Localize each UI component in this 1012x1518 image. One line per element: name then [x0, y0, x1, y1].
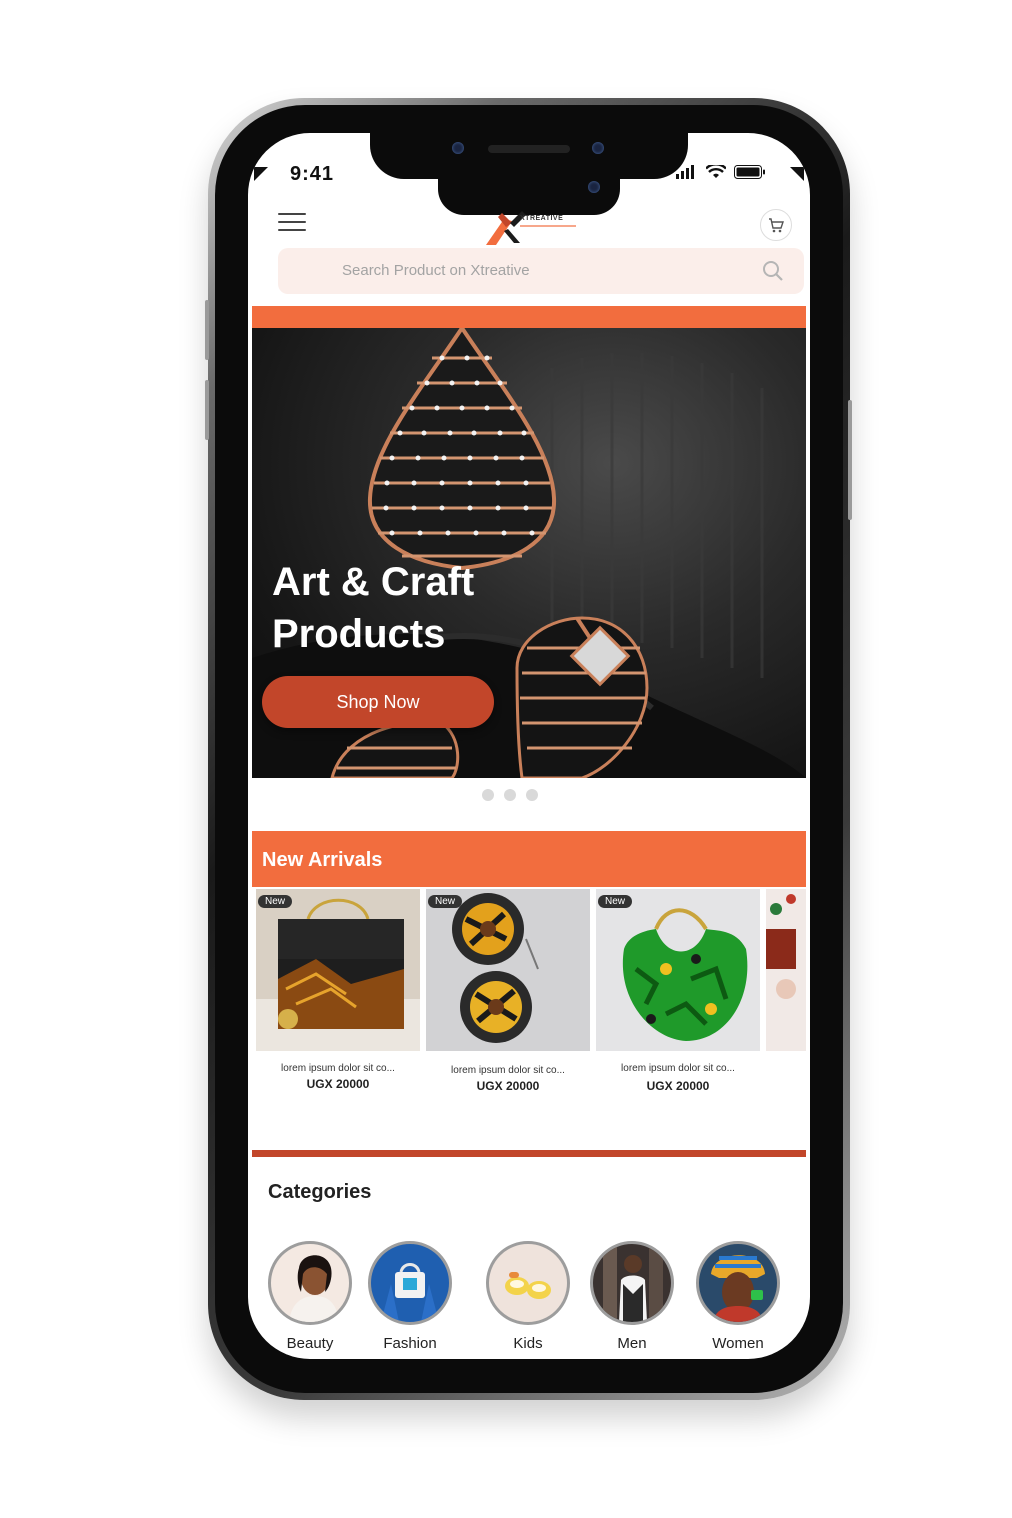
- speaker: [488, 145, 570, 153]
- earrings-image: [452, 893, 539, 1043]
- face-sensor: [588, 181, 600, 193]
- carousel-dot[interactable]: [526, 789, 538, 801]
- banner-title-line1: Art & Craft: [272, 560, 475, 604]
- new-badge: New: [428, 895, 463, 908]
- women-headwrap-image: [711, 1255, 765, 1322]
- category-image: [590, 1241, 674, 1325]
- search-icon[interactable]: [762, 260, 784, 282]
- side-button: [205, 380, 209, 440]
- wifi-icon: [706, 165, 726, 178]
- product-thumbnail: [766, 894, 796, 999]
- kids-shoes-image: [505, 1272, 551, 1299]
- category-label: Kids: [513, 1335, 543, 1352]
- section-divider: [252, 1150, 806, 1157]
- category-fashion[interactable]: Fashion: [362, 1241, 458, 1359]
- handbag-image: [256, 898, 420, 1051]
- category-men[interactable]: Men: [584, 1241, 680, 1359]
- product-image: New: [256, 889, 420, 1051]
- category-image: [696, 1241, 780, 1325]
- category-kids[interactable]: Kids: [480, 1241, 576, 1359]
- screen-corner: [790, 167, 804, 181]
- sensor: [592, 142, 604, 154]
- search-placeholder: Search Product on Xtreative: [342, 262, 530, 279]
- product-image: [766, 889, 806, 1051]
- new-arrivals-title: New Arrivals: [262, 849, 383, 871]
- cart-icon: [769, 218, 784, 233]
- carousel-dot[interactable]: [482, 789, 494, 801]
- cart-button[interactable]: [760, 209, 792, 241]
- new-arrivals-header: New Arrivals: [252, 831, 806, 887]
- category-label: Men: [617, 1335, 647, 1352]
- logo-tagline: [520, 225, 576, 227]
- product-image: New: [426, 889, 590, 1051]
- product-card[interactable]: New lorem ipsum dolor sit co... UGX 2000…: [256, 889, 420, 1109]
- category-women[interactable]: Women: [690, 1241, 786, 1359]
- banner-top-strip: [252, 306, 806, 328]
- new-badge: New: [258, 895, 293, 908]
- fashion-bag-image: [381, 1263, 439, 1322]
- categories-title: Categories: [268, 1181, 372, 1203]
- new-badge: New: [598, 895, 633, 908]
- product-name: lorem ipsum dolor sit co...: [451, 1065, 565, 1076]
- shop-now-button[interactable]: Shop Now: [262, 676, 494, 728]
- category-image: [268, 1241, 352, 1325]
- category-beauty[interactable]: Beauty: [262, 1241, 358, 1359]
- hamburger-icon[interactable]: [278, 213, 306, 233]
- product-card-partial[interactable]: [766, 889, 806, 1109]
- product-price: UGX 20000: [646, 1079, 710, 1093]
- beauty-model-image: [289, 1255, 339, 1322]
- app-screen: 9:41 XTREATIVE Search Product on Xtreati…: [248, 133, 810, 1359]
- product-price: UGX 20000: [476, 1079, 540, 1093]
- product-card[interactable]: New lorem ipsum dolor sit co... UGX 2000…: [596, 889, 760, 1109]
- product-card[interactable]: New lorem ipsum dolor sit co... UGX 2000…: [426, 889, 590, 1109]
- men-suit-image: [603, 1244, 663, 1322]
- signal-icon: [676, 165, 694, 179]
- screen-corner: [254, 167, 268, 181]
- category-label: Women: [712, 1335, 764, 1352]
- banner-title: Art & Craft Products: [272, 556, 474, 660]
- category-label: Beauty: [286, 1335, 334, 1352]
- carousel-dot[interactable]: [504, 789, 516, 801]
- product-image: New: [596, 889, 760, 1051]
- carousel-dots: [482, 789, 538, 801]
- status-icons: [676, 165, 766, 179]
- battery-icon: [734, 165, 765, 179]
- product-price: UGX 20000: [306, 1077, 370, 1091]
- banner-title-line2: Products: [272, 612, 446, 656]
- category-image: [368, 1241, 452, 1325]
- category-label: Fashion: [383, 1335, 437, 1352]
- search-bar[interactable]: Search Product on Xtreative: [278, 248, 804, 294]
- product-name: lorem ipsum dolor sit co...: [621, 1063, 735, 1074]
- product-name: lorem ipsum dolor sit co...: [281, 1063, 395, 1074]
- logo-text: XTREATIVE: [520, 215, 564, 222]
- hero-banner[interactable]: Art & Craft Products Shop Now: [252, 328, 806, 778]
- status-time: 9:41: [290, 163, 335, 185]
- side-button: [205, 300, 209, 360]
- category-image: [486, 1241, 570, 1325]
- front-camera: [452, 142, 464, 154]
- green-bag-image: [622, 908, 748, 1041]
- power-button: [848, 400, 852, 520]
